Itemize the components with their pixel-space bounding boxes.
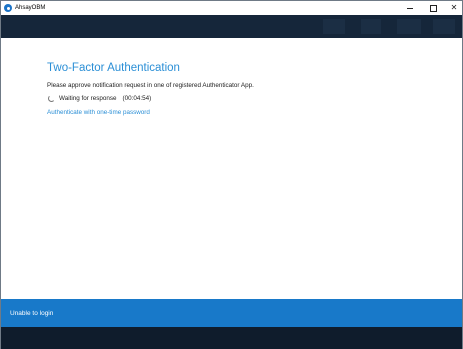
instruction-text: Please approve notification request in o… <box>47 82 254 89</box>
loading-spinner-icon <box>48 95 55 102</box>
minimize-icon <box>407 7 413 9</box>
close-icon: ✕ <box>450 3 458 12</box>
footer-bar: Unable to login <box>1 299 462 327</box>
maximize-button[interactable] <box>422 1 444 15</box>
close-button[interactable]: ✕ <box>443 1 463 15</box>
banner-decoration <box>397 19 421 34</box>
ahsay-logo-icon <box>4 4 12 12</box>
banner-decoration <box>361 19 381 34</box>
banner-decoration <box>433 19 455 34</box>
banner-decoration <box>323 19 345 34</box>
header-banner <box>1 15 462 38</box>
main-panel: Two-Factor Authentication Please approve… <box>1 38 462 299</box>
bottom-strip <box>1 327 462 349</box>
app-window: AhsayOBM ✕ Two-Factor Authentication Ple… <box>0 0 463 349</box>
minimize-button[interactable] <box>399 1 421 15</box>
unable-to-login-link[interactable]: Unable to login <box>10 310 53 317</box>
page-title: Two-Factor Authentication <box>47 62 180 74</box>
status-label: Waiting for response <box>59 95 117 102</box>
title-bar[interactable]: AhsayOBM ✕ <box>1 1 462 15</box>
window-title: AhsayOBM <box>15 5 46 11</box>
waiting-status: Waiting for response (00:04:54) <box>47 95 151 102</box>
one-time-password-link[interactable]: Authenticate with one-time password <box>47 109 150 116</box>
maximize-icon <box>429 4 437 12</box>
countdown-timer: (00:04:54) <box>122 95 152 102</box>
